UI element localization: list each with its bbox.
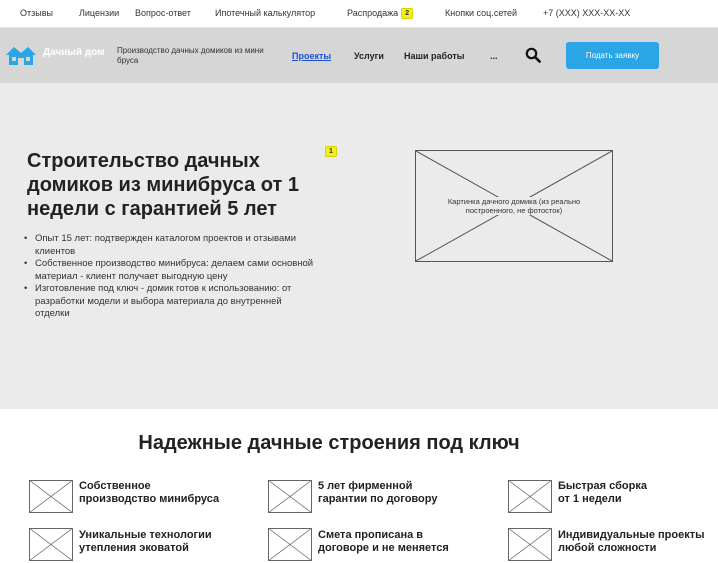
- top-link-reviews[interactable]: Отзывы: [20, 8, 53, 18]
- feature-image-placeholder-icon: [29, 480, 73, 513]
- top-link-sale[interactable]: Распродажа 2: [347, 8, 414, 19]
- feature-line: договоре и не меняется: [318, 542, 449, 554]
- image-caption: Картинка дачного домика (из реально пост…: [436, 197, 592, 215]
- nav-projects[interactable]: Проекты: [292, 51, 331, 61]
- search-icon[interactable]: [525, 47, 541, 63]
- hero-bullet: Изготовление под ключ - домик готов к ис…: [24, 283, 314, 321]
- top-link-phone[interactable]: +7 (XXX) XXX-XX-XX: [543, 8, 630, 18]
- top-link-sale-label: Распродажа: [347, 8, 399, 18]
- features-title: Надежные дачные строения под ключ: [138, 432, 520, 454]
- feature-line: от 1 недели: [558, 493, 622, 505]
- feature-line: производство минибруса: [79, 493, 220, 505]
- feature-line: Индивидуальные проекты: [558, 529, 705, 541]
- feature-item: Смета прописана в договоре и не меняется: [318, 529, 449, 555]
- feature-line: гарантии по договору: [318, 493, 438, 505]
- top-bar: Отзывы Лицензии Вопрос-ответ Ипотечный к…: [0, 0, 718, 28]
- feature-line: Смета прописана в: [318, 529, 424, 541]
- hero-bullet: Собственное производство минибруса: дела…: [24, 258, 314, 283]
- feature-line: любой сложности: [558, 542, 657, 554]
- feature-image-placeholder-icon: [29, 528, 73, 561]
- feature-line: Уникальные технологии: [79, 529, 212, 541]
- feature-line: утепления эковатой: [79, 542, 189, 554]
- tagline: Производство дачных домиков из мини брус…: [117, 46, 264, 65]
- feature-image-placeholder-icon: [508, 528, 552, 561]
- hero-section: Строительство дачных домиков из минибрус…: [0, 83, 718, 409]
- house-logo-icon[interactable]: [5, 44, 37, 66]
- top-link-faq[interactable]: Вопрос-ответ: [135, 8, 191, 18]
- hero-bullet: Опыт 15 лет: подтвержден каталогом проек…: [24, 233, 314, 258]
- annotation-badge: 1: [325, 146, 337, 157]
- submit-request-button[interactable]: Подать заявку: [566, 42, 659, 69]
- hero-bullet-list: Опыт 15 лет: подтвержден каталогом проек…: [24, 233, 314, 321]
- top-link-mortgage-calculator[interactable]: Ипотечный калькулятор: [215, 8, 315, 18]
- house-image-placeholder: Картинка дачного домика (из реально пост…: [415, 150, 613, 262]
- feature-image-placeholder-icon: [508, 480, 552, 513]
- top-link-social-buttons[interactable]: Кнопки соц.сетей: [445, 8, 517, 18]
- nav-services[interactable]: Услуги: [354, 51, 384, 61]
- logo-text[interactable]: Дачный дом: [43, 47, 104, 58]
- feature-line: 5 лет фирменной: [318, 480, 413, 492]
- feature-image-placeholder-icon: [268, 528, 312, 561]
- feature-image-placeholder-icon: [268, 480, 312, 513]
- feature-item: Уникальные технологии утепления эковатой: [79, 529, 212, 555]
- feature-line: Собственное: [79, 480, 151, 492]
- feature-line: Быстрая сборка: [558, 480, 647, 492]
- feature-item: 5 лет фирменной гарантии по договору: [318, 480, 437, 506]
- top-link-licenses[interactable]: Лицензии: [79, 8, 119, 18]
- nav-more[interactable]: ...: [490, 51, 498, 61]
- feature-item: Быстрая сборка от 1 недели: [558, 480, 647, 506]
- header: Дачный дом Производство дачных домиков и…: [0, 28, 718, 83]
- feature-item: Индивидуальные проекты любой сложности: [558, 529, 704, 555]
- feature-item: Собственное производство минибруса: [79, 480, 219, 506]
- nav-our-works[interactable]: Наши работы: [404, 51, 464, 61]
- annotation-badge: 2: [401, 8, 414, 19]
- hero-title: Строительство дачных домиков из минибрус…: [27, 150, 299, 220]
